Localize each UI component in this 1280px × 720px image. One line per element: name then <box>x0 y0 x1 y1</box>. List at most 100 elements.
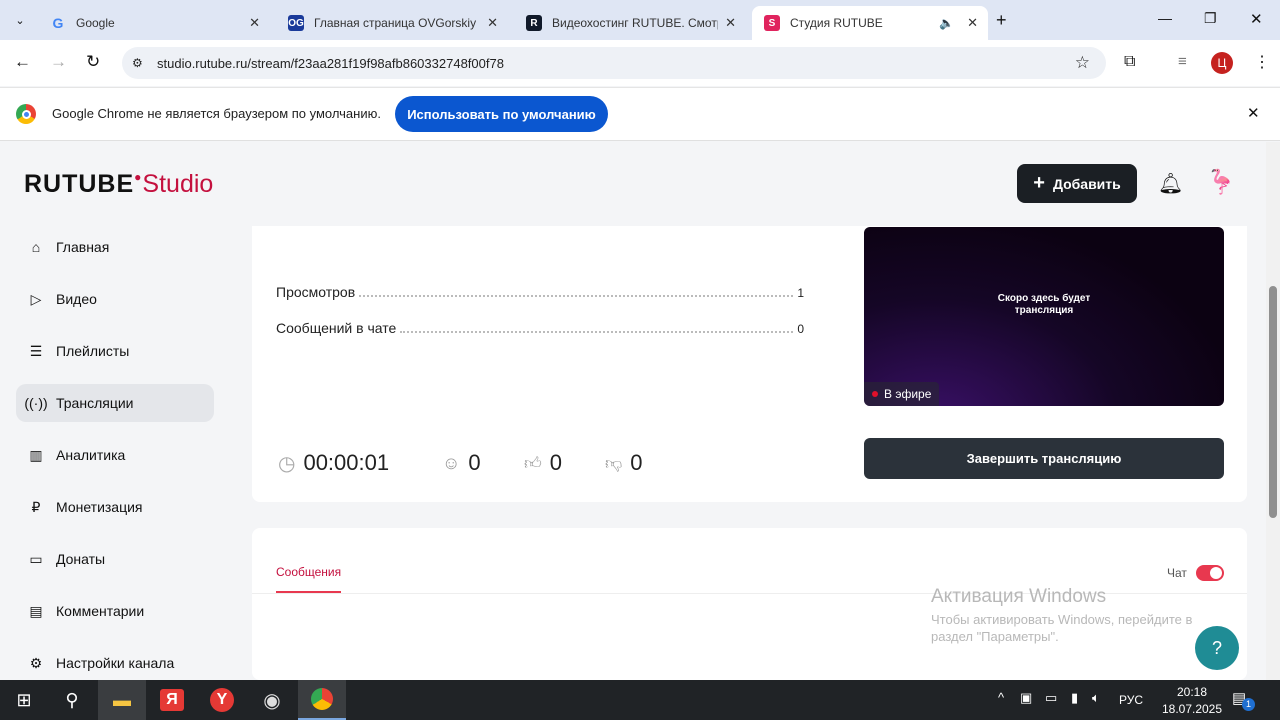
tray-app-icon[interactable]: ▣ <box>1020 690 1032 706</box>
home-icon: ⌂ <box>31 239 41 255</box>
obs-icon[interactable]: ◉ <box>248 680 296 720</box>
site-info-icon[interactable]: ⚙ <box>132 56 143 70</box>
bookmark-star-icon[interactable]: ☆ <box>1075 53 1090 73</box>
sidebar-item-video[interactable]: ▷ Видео <box>16 280 214 318</box>
volume-icon[interactable]: 🔈︎ <box>1092 690 1100 706</box>
video-icon: ▷ <box>30 290 42 307</box>
ruble-icon: ₽ <box>31 498 41 515</box>
yandex-browser-icon[interactable]: Y <box>198 680 246 720</box>
minimize-button[interactable]: — <box>1158 10 1172 26</box>
viewers-value: 0 <box>468 450 481 475</box>
notification-badge: 1 <box>1242 698 1255 711</box>
yandex-icon[interactable]: Я <box>148 680 196 720</box>
nav-label: Монетизация <box>56 499 143 515</box>
user-avatar[interactable]: 🦩 <box>1206 168 1236 202</box>
address-bar[interactable]: ⚙ studio.rutube.ru/stream/f23aa281f19f98a… <box>122 47 1106 79</box>
sidebar-item-channel-settings[interactable]: ⚙ Настройки канала <box>16 644 214 682</box>
stream-preview[interactable]: Скоро здесь будет трансляция В эфире <box>864 227 1224 406</box>
set-default-button[interactable]: Использовать по умолчанию <box>395 96 608 132</box>
tab-title: Главная страница OVGorskiy <box>314 16 477 30</box>
analytics-icon: ▥ <box>29 446 43 463</box>
close-tab-icon[interactable]: ✕ <box>967 15 978 31</box>
back-button[interactable]: ← <box>14 52 31 72</box>
new-tab-button[interactable]: + <box>996 10 1007 31</box>
time: 20:18 <box>1176 685 1208 699</box>
gear-icon: ⚙ <box>29 654 43 671</box>
tab-search-button[interactable]: ⌄ <box>8 8 32 32</box>
language-indicator[interactable]: РУС <box>1119 693 1143 707</box>
sidebar-item-playlists[interactable]: ☰ Плейлисты <box>16 332 214 370</box>
clock[interactable]: 20:18 18.07.2025 <box>1155 684 1229 718</box>
sidebar-item-analytics[interactable]: ▥ Аналитика <box>16 436 214 474</box>
close-tab-icon[interactable]: ✕ <box>249 15 260 31</box>
sidebar-item-donations[interactable]: ▭ Донаты <box>16 540 214 578</box>
watermark-title: Активация Windows <box>931 586 1107 607</box>
stat-value: 1 <box>797 286 804 300</box>
add-button[interactable]: + Добавить <box>1017 164 1137 203</box>
help-chat-button[interactable]: ? <box>1195 626 1239 670</box>
rutube-icon: R <box>526 15 542 31</box>
microphone-icon[interactable]: ▮ <box>1071 690 1078 706</box>
comment-icon: ▤ <box>29 602 43 619</box>
audio-icon[interactable]: 🔈 <box>939 16 954 30</box>
tab-google[interactable]: G Google ✕ <box>38 6 270 40</box>
sidebar-item-monetization[interactable]: ₽ Монетизация <box>16 488 214 526</box>
close-window-button[interactable]: ✕ <box>1250 10 1263 28</box>
tab-title: Студия RUTUBE <box>790 16 883 30</box>
nav-label: Видео <box>56 291 97 307</box>
plus-icon: + <box>1033 172 1045 194</box>
sidebar-item-streams[interactable]: ((·)) Трансляции <box>16 384 214 422</box>
nav-label: Главная <box>56 239 110 255</box>
extensions-icon[interactable]: ⧉ <box>1124 53 1135 71</box>
file-explorer-icon[interactable]: ▬ <box>98 680 146 720</box>
rutube-studio-logo[interactable]: RUTUBE●Studio <box>24 170 213 199</box>
chrome-menu-icon[interactable]: ⋮ <box>1254 52 1270 72</box>
profile-avatar[interactable]: Ц <box>1211 52 1233 74</box>
tray-overflow-icon[interactable]: ^ <box>998 690 1004 705</box>
close-infobar-icon[interactable]: ✕ <box>1247 104 1260 122</box>
reload-button[interactable]: ↻ <box>86 52 100 72</box>
duration: ◷ 00:00:01 <box>278 450 389 476</box>
forward-button[interactable]: → <box>50 52 67 72</box>
add-label: Добавить <box>1052 175 1121 192</box>
nav-label: Донаты <box>56 551 106 567</box>
nav-label: Аналитика <box>56 447 126 463</box>
dislikes-count: 👎︎ 0 <box>605 450 643 476</box>
preview-text: Скоро здесь будет <box>997 293 1091 304</box>
live-badge: В эфире <box>864 382 940 406</box>
start-button[interactable]: ⊞ <box>0 680 48 720</box>
sidebar-item-comments[interactable]: ▤ Комментарии <box>16 592 214 630</box>
tab-messages[interactable]: Сообщения <box>276 565 342 593</box>
close-tab-icon[interactable]: ✕ <box>487 15 498 31</box>
sidebar-item-home[interactable]: ⌂ Главная <box>16 228 214 266</box>
date: 18.07.2025 <box>1161 702 1223 716</box>
dislikes-value: 0 <box>630 450 643 475</box>
studio-icon: S <box>764 15 780 31</box>
network-icon[interactable]: ▭ <box>1045 690 1057 706</box>
nav-label: Трансляции <box>56 395 134 411</box>
viewer-icon: ☺ <box>442 452 461 473</box>
maximize-button[interactable]: ❐ <box>1204 10 1217 27</box>
search-icon[interactable]: ⚲ <box>48 680 96 720</box>
chat-toggle[interactable] <box>1196 565 1224 581</box>
tab-ovgorskiy[interactable]: OG Главная страница OVGorskiy ✕ <box>276 6 508 40</box>
media-controls-icon[interactable]: ≡ <box>1178 53 1187 70</box>
chrome-taskbar-icon[interactable] <box>298 680 346 720</box>
close-tab-icon[interactable]: ✕ <box>725 15 736 31</box>
stat-views: Просмотров 1 <box>276 284 804 300</box>
likes-count: 👍︎ 0 <box>524 450 562 476</box>
thumbs-up-icon: 👍︎ <box>524 453 542 473</box>
live-label: В эфире <box>884 387 932 401</box>
end-stream-button[interactable]: Завершить трансляцию <box>864 438 1224 479</box>
bell-icon[interactable]: 🔔︎ <box>1158 171 1183 196</box>
watermark-text: Чтобы активировать Windows, перейдите в <box>931 612 1193 627</box>
tab-rutube[interactable]: R Видеохостинг RUTUBE. Смотр ✕ <box>514 6 746 40</box>
scrollbar[interactable] <box>1266 142 1280 680</box>
broadcast-icon: ((·)) <box>24 395 48 411</box>
stat-label: Сообщений в чате <box>276 320 397 336</box>
tab-studio-rutube[interactable]: S Студия RUTUBE 🔈 ✕ <box>752 6 988 40</box>
infobar-text: Google Chrome не является браузером по у… <box>52 106 381 121</box>
preview-text: трансляция <box>1014 305 1074 316</box>
notifications-icon[interactable]: ▤ 1 <box>1232 689 1255 711</box>
google-icon: G <box>52 15 64 31</box>
